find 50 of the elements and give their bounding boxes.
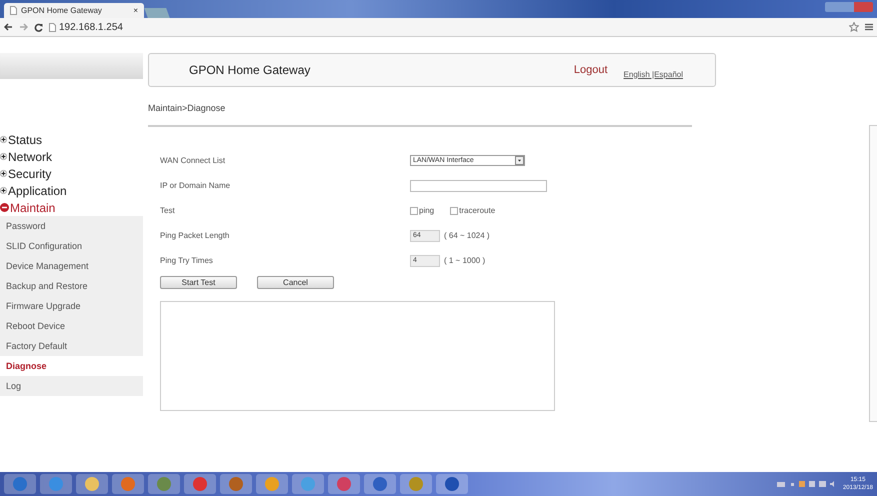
menu-icon[interactable] <box>865 23 873 31</box>
address-field[interactable]: 192.168.1.254 <box>59 22 123 32</box>
expand-icon <box>0 153 7 160</box>
page-icon <box>49 22 56 32</box>
collapse-icon <box>0 203 9 212</box>
range-hint: ( 1 ~ 1000 ) <box>444 256 486 265</box>
action-button[interactable]: Cancel <box>257 276 334 289</box>
tab-title: GPON Home Gateway <box>21 6 103 15</box>
expand-icon <box>0 187 7 194</box>
input-field[interactable] <box>410 180 547 192</box>
field-label: Ping Try Times <box>160 256 214 265</box>
taskbar-app-icon[interactable] <box>184 474 216 494</box>
taskbar-app-icon[interactable] <box>364 474 396 494</box>
page-icon <box>10 6 17 15</box>
close-icon[interactable]: × <box>133 6 138 15</box>
reload-icon[interactable] <box>34 22 43 32</box>
field-label: Ping Packet Length <box>160 231 230 240</box>
field-label: IP or Domain Name <box>160 181 232 190</box>
taskbar-app-icon[interactable] <box>436 474 468 494</box>
checkbox[interactable]: traceroute <box>450 206 496 215</box>
expand-icon <box>0 136 7 143</box>
field-label: WAN Connect List <box>160 156 226 165</box>
back-icon[interactable] <box>4 23 13 31</box>
nav-subitem[interactable]: Diagnose <box>0 356 143 376</box>
nav-item[interactable]: Maintain <box>0 199 143 216</box>
nav-item[interactable]: Status <box>0 131 143 148</box>
window-controls[interactable] <box>825 2 873 12</box>
range-hint: ( 64 ~ 1024 ) <box>444 231 490 240</box>
checkbox[interactable]: ping <box>410 206 434 215</box>
logout-link[interactable]: Logout <box>574 64 608 76</box>
action-button[interactable]: Start Test <box>160 276 237 289</box>
nav-item[interactable]: Network <box>0 148 143 165</box>
caret-icon <box>515 156 524 165</box>
taskbar-app-icon[interactable] <box>220 474 252 494</box>
tray-icons[interactable] <box>776 480 837 488</box>
start-button[interactable] <box>4 474 36 494</box>
site-title: GPON Home Gateway <box>189 63 312 77</box>
language-links[interactable]: English |Español <box>624 70 683 78</box>
nav-item[interactable]: Security <box>0 165 143 182</box>
forward-icon[interactable] <box>19 23 28 31</box>
expand-icon <box>0 170 7 177</box>
taskbar-app-icon[interactable] <box>328 474 360 494</box>
browser-tab[interactable]: GPON Home Gateway × <box>4 3 144 18</box>
star-icon[interactable] <box>849 22 859 32</box>
breadcrumb: Maintain>Diagnose <box>148 103 226 113</box>
new-tab-button[interactable] <box>144 8 170 18</box>
nav-item[interactable]: Application <box>0 182 143 199</box>
taskbar-app-icon[interactable] <box>256 474 288 494</box>
field-label: Test <box>160 206 176 215</box>
taskbar-app-icon[interactable] <box>76 474 108 494</box>
